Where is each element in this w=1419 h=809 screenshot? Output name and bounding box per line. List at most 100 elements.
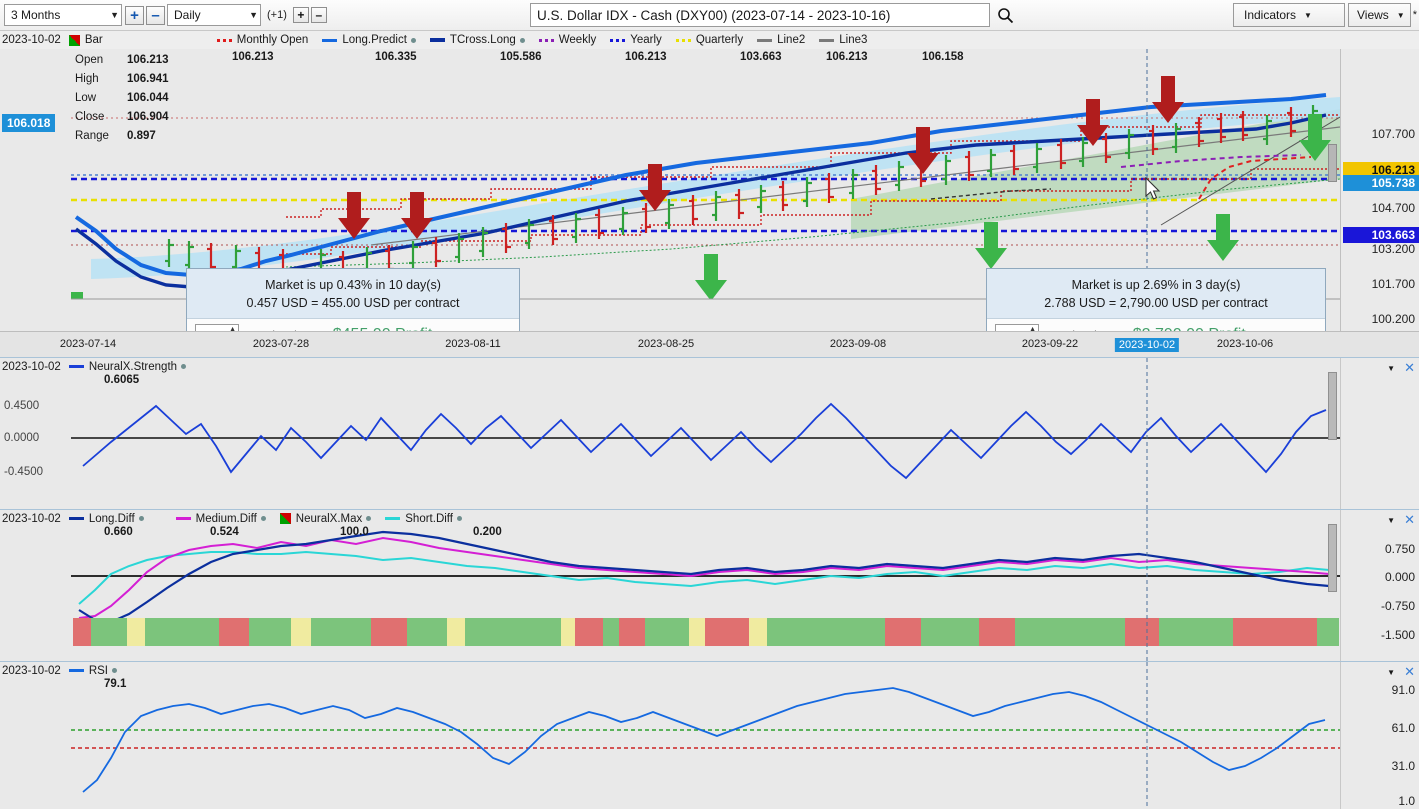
axis-label: 31.0 [1392,759,1415,773]
period-increase-button[interactable]: + [125,6,144,25]
axis-label: 0.000 [1385,570,1415,584]
symbol-search-group: U.S. Dollar IDX - Cash (DXY00) (2023-07-… [530,3,1014,27]
axis-label: 0.4500 [4,400,39,412]
dashed-line-icon [217,39,232,42]
period-select[interactable]: 3 Months ▼ [4,4,122,26]
interval-select[interactable]: Daily ▼ [167,4,261,26]
panel-scrollbar[interactable] [1328,372,1337,440]
stepper-arrows-icon[interactable]: ▲▼ [1029,326,1036,331]
tooltip-line1: Market is up 0.43% in 10 day(s) [201,276,505,294]
series-value: 0.6065 [104,374,139,386]
contract-quantity-stepper[interactable]: 1 ▲▼ [995,324,1039,331]
axis-label: -1.500 [1381,628,1415,642]
ohlc-row: High 106.941 [75,70,169,89]
tooltip-calculator: 1 ▲▼ contract ▼ = $2,790.00 Profit [987,318,1325,331]
date-axis[interactable]: 2023-07-14 2023-07-28 2023-08-11 2023-08… [0,331,1419,357]
ohlc-key: Low [75,89,127,108]
ohlc-key: High [75,70,127,89]
favorite-star-icon[interactable]: * [1413,9,1417,21]
period-decrease-button[interactable]: – [146,6,165,25]
series-value: 0.660 [104,526,133,538]
indicators-dropdown[interactable]: Indicators ▼ [1233,3,1345,27]
price-tick: 107.700 [1372,127,1415,141]
close-icon[interactable]: ✕ [1404,512,1415,528]
diff-indicators-panel[interactable]: 2023-10-02 Long.Diff Medium.Diff NeuralX… [0,509,1419,661]
ohlc-row: Close 106.904 [75,108,169,127]
axis-label: 1.0 [1398,794,1415,808]
chevron-down-icon: ▼ [1397,11,1405,20]
ohlc-value: 106.213 [127,51,169,70]
panel-controls: ▼ ✕ [1387,664,1415,680]
bar-offset-decrease-button[interactable]: – [311,7,327,23]
settings-dot-icon[interactable] [411,38,416,43]
bar-offset-increase-button[interactable]: + [293,7,309,23]
symbol-input[interactable]: U.S. Dollar IDX - Cash (DXY00) (2023-07-… [530,3,990,27]
price-chart-panel[interactable]: Open 106.213 High 106.941 Low 106.044 Cl… [0,49,1419,331]
panel-scrollbar[interactable] [1328,524,1337,592]
legend-item-weekly[interactable]: Weekly [539,34,597,46]
chevron-down-icon[interactable]: ▼ [1387,668,1395,677]
series-value: 106.335 [375,51,417,63]
axis-label: -0.750 [1381,599,1415,613]
date-tick-selected: 2023-10-02 [1115,338,1179,352]
series-value: 106.158 [922,51,964,63]
close-icon[interactable]: ✕ [1404,664,1415,680]
left-price-tag: 106.018 [2,114,55,132]
legend-item-long-predict[interactable]: Long.Predict [322,34,416,46]
legend-date: 2023-10-02 [2,34,61,46]
tooltip-summary: Market is up 2.69% in 3 day(s) 2.788 USD… [987,269,1325,318]
equals-sign: = [320,327,328,331]
chart-scroll-handle[interactable] [1328,144,1337,182]
profit-tooltip-left[interactable]: Market is up 0.43% in 10 day(s) 0.457 US… [186,268,520,331]
period-select-value: 3 Months [11,8,60,22]
series-value: 103.663 [740,51,782,63]
contract-quantity-stepper[interactable]: 1 ▲▼ [195,324,239,331]
price-tag-current: 105.738 [1343,175,1419,191]
ohlc-readout: Open 106.213 High 106.941 Low 106.044 Cl… [75,51,169,146]
tooltip-calculator: 1 ▲▼ contract ▼ = $455.00 Profit [187,318,519,331]
legend-item-tcross-long[interactable]: TCross.Long [430,34,525,46]
ohlc-value: 106.044 [127,89,169,108]
indicators-label: Indicators [1244,8,1296,22]
legend-item-line2[interactable]: Line2 [757,34,805,46]
toolbar-right-group: Indicators ▼ Views ▼ * [1233,3,1417,27]
legend-item-quarterly[interactable]: Quarterly [676,34,743,46]
legend-item-yearly[interactable]: Yearly [610,34,662,46]
profit-tooltip-right[interactable]: Market is up 2.69% in 3 day(s) 2.788 USD… [986,268,1326,331]
legend-label: Line3 [839,34,867,46]
legend-label: Monthly Open [237,34,309,46]
legend-item-monthly-open[interactable]: Monthly Open [217,34,309,46]
settings-dot-icon[interactable] [520,38,525,43]
stepper-arrows-icon[interactable]: ▲▼ [229,326,236,331]
chevron-down-icon[interactable]: ▼ [1387,364,1395,373]
ohlc-key: Open [75,51,127,70]
search-icon[interactable] [997,7,1014,24]
ohlc-row: Range 0.897 [75,127,169,146]
series-value: 106.213 [625,51,667,63]
chevron-down-icon[interactable]: ▼ [303,329,313,331]
price-axis[interactable]: 107.700 106.213 105.738 104.700 103.663 … [1340,49,1419,331]
legend-label: Bar [85,34,103,46]
top-toolbar: 3 Months ▼ + – Daily ▼ (+1) + – U.S. Dol… [0,0,1419,31]
rsi-panel[interactable]: 2023-10-02 RSI 79.1 ▼ ✕ 91.0 61.0 31.0 1… [0,661,1419,809]
date-tick: 2023-09-08 [830,338,886,350]
series-value: 105.586 [500,51,542,63]
chart-legend: 2023-10-02 Bar Monthly Open Long.Predict… [0,31,1419,49]
panel-controls: ▼ ✕ [1387,360,1415,376]
legend-item-line3[interactable]: Line3 [819,34,867,46]
chevron-down-icon: ▼ [1304,11,1312,20]
dashed-line-icon [610,39,625,42]
chevron-down-icon[interactable]: ▼ [1387,516,1395,525]
contract-label: contract [1051,327,1097,331]
panel-values: 0.6065 [0,374,1419,389]
bar-offset-label: (+1) [267,9,287,21]
legend-item-bar[interactable]: Bar [69,34,103,46]
price-tick: 104.700 [1372,201,1415,215]
series-value: 100.0 [340,526,369,538]
views-dropdown[interactable]: Views ▼ [1348,3,1411,27]
date-tick: 2023-07-28 [253,338,309,350]
panel-date: 2023-10-02 [2,513,61,525]
close-icon[interactable]: ✕ [1404,360,1415,376]
neuralx-strength-panel[interactable]: 2023-10-02 NeuralX.Strength 0.6065 ▼ ✕ 0… [0,357,1419,509]
chevron-down-icon[interactable]: ▼ [1103,329,1113,331]
